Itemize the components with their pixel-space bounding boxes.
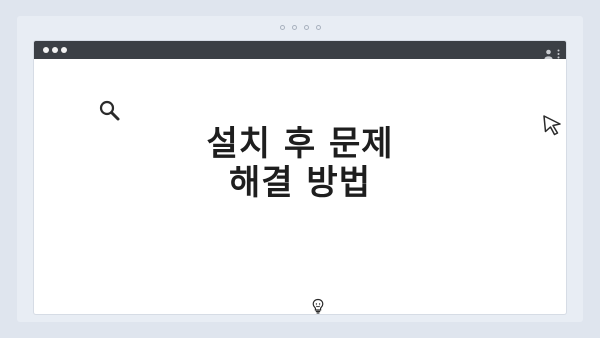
cursor-icon (542, 114, 564, 140)
minimize-window-button[interactable] (52, 47, 58, 53)
page-title-line-2: 해결 방법 (229, 163, 371, 203)
search-icon (98, 99, 122, 127)
carousel-dot[interactable] (303, 25, 309, 30)
carousel-dot[interactable] (279, 25, 285, 30)
slide-frame: 설치 후 문제 해결 방법 (17, 16, 583, 322)
window-titlebar (34, 41, 566, 59)
page-title-line-1: 설치 후 문제 (206, 124, 394, 164)
carousel-dot[interactable] (315, 25, 321, 30)
carousel-indicator (17, 25, 583, 30)
window-content: 설치 후 문제 해결 방법 (34, 59, 566, 314)
lightbulb-icon (311, 298, 325, 314)
page-title: 설치 후 문제 해결 방법 (34, 125, 566, 203)
carousel-dot[interactable] (291, 25, 297, 30)
browser-window: 설치 후 문제 해결 방법 (34, 41, 566, 314)
maximize-window-button[interactable] (61, 47, 67, 53)
close-window-button[interactable] (43, 47, 49, 53)
window-controls (43, 47, 67, 53)
